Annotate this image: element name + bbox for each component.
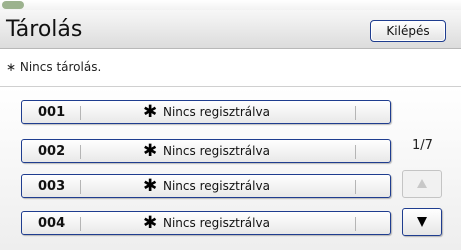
page-down-button[interactable]	[402, 208, 442, 236]
asterisk-icon: ✱	[143, 141, 158, 161]
slot-number: 002	[38, 144, 66, 159]
slot-label: Nincs regisztrálva	[163, 179, 270, 193]
slot-number: 004	[38, 216, 66, 231]
slot-row-003[interactable]: 003 ✱ Nincs regisztrálva	[21, 174, 391, 198]
divider	[355, 180, 356, 194]
triangle-down-icon	[417, 217, 427, 227]
slot-row-001[interactable]: 001 ✱ Nincs regisztrálva	[21, 100, 391, 124]
asterisk-icon: ✱	[143, 213, 158, 233]
page-indicator: 1/7	[412, 138, 433, 153]
status-chip	[2, 1, 24, 9]
slot-number: 001	[38, 105, 66, 120]
exit-button[interactable]: Kilépés	[370, 20, 446, 42]
divider	[355, 145, 356, 159]
divider	[80, 145, 81, 159]
asterisk-icon: ✱	[143, 102, 158, 122]
slot-label: Nincs regisztrálva	[163, 216, 270, 230]
top-strip	[0, 0, 461, 10]
triangle-up-icon	[417, 179, 427, 188]
page-title: Tárolás	[6, 17, 83, 42]
asterisk-icon: ✱	[143, 176, 158, 196]
no-storage-note: ∗ Nincs tárolás.	[6, 60, 102, 74]
slot-row-002[interactable]: 002 ✱ Nincs regisztrálva	[21, 139, 391, 163]
slot-label: Nincs regisztrálva	[163, 144, 270, 158]
divider	[80, 106, 81, 120]
divider	[80, 217, 81, 231]
slot-label: Nincs regisztrálva	[163, 105, 270, 119]
divider	[80, 180, 81, 194]
slot-row-004[interactable]: 004 ✱ Nincs regisztrálva	[21, 211, 391, 235]
page-up-button[interactable]	[402, 170, 442, 198]
slot-number: 003	[38, 179, 66, 194]
divider	[355, 217, 356, 231]
divider	[355, 106, 356, 120]
